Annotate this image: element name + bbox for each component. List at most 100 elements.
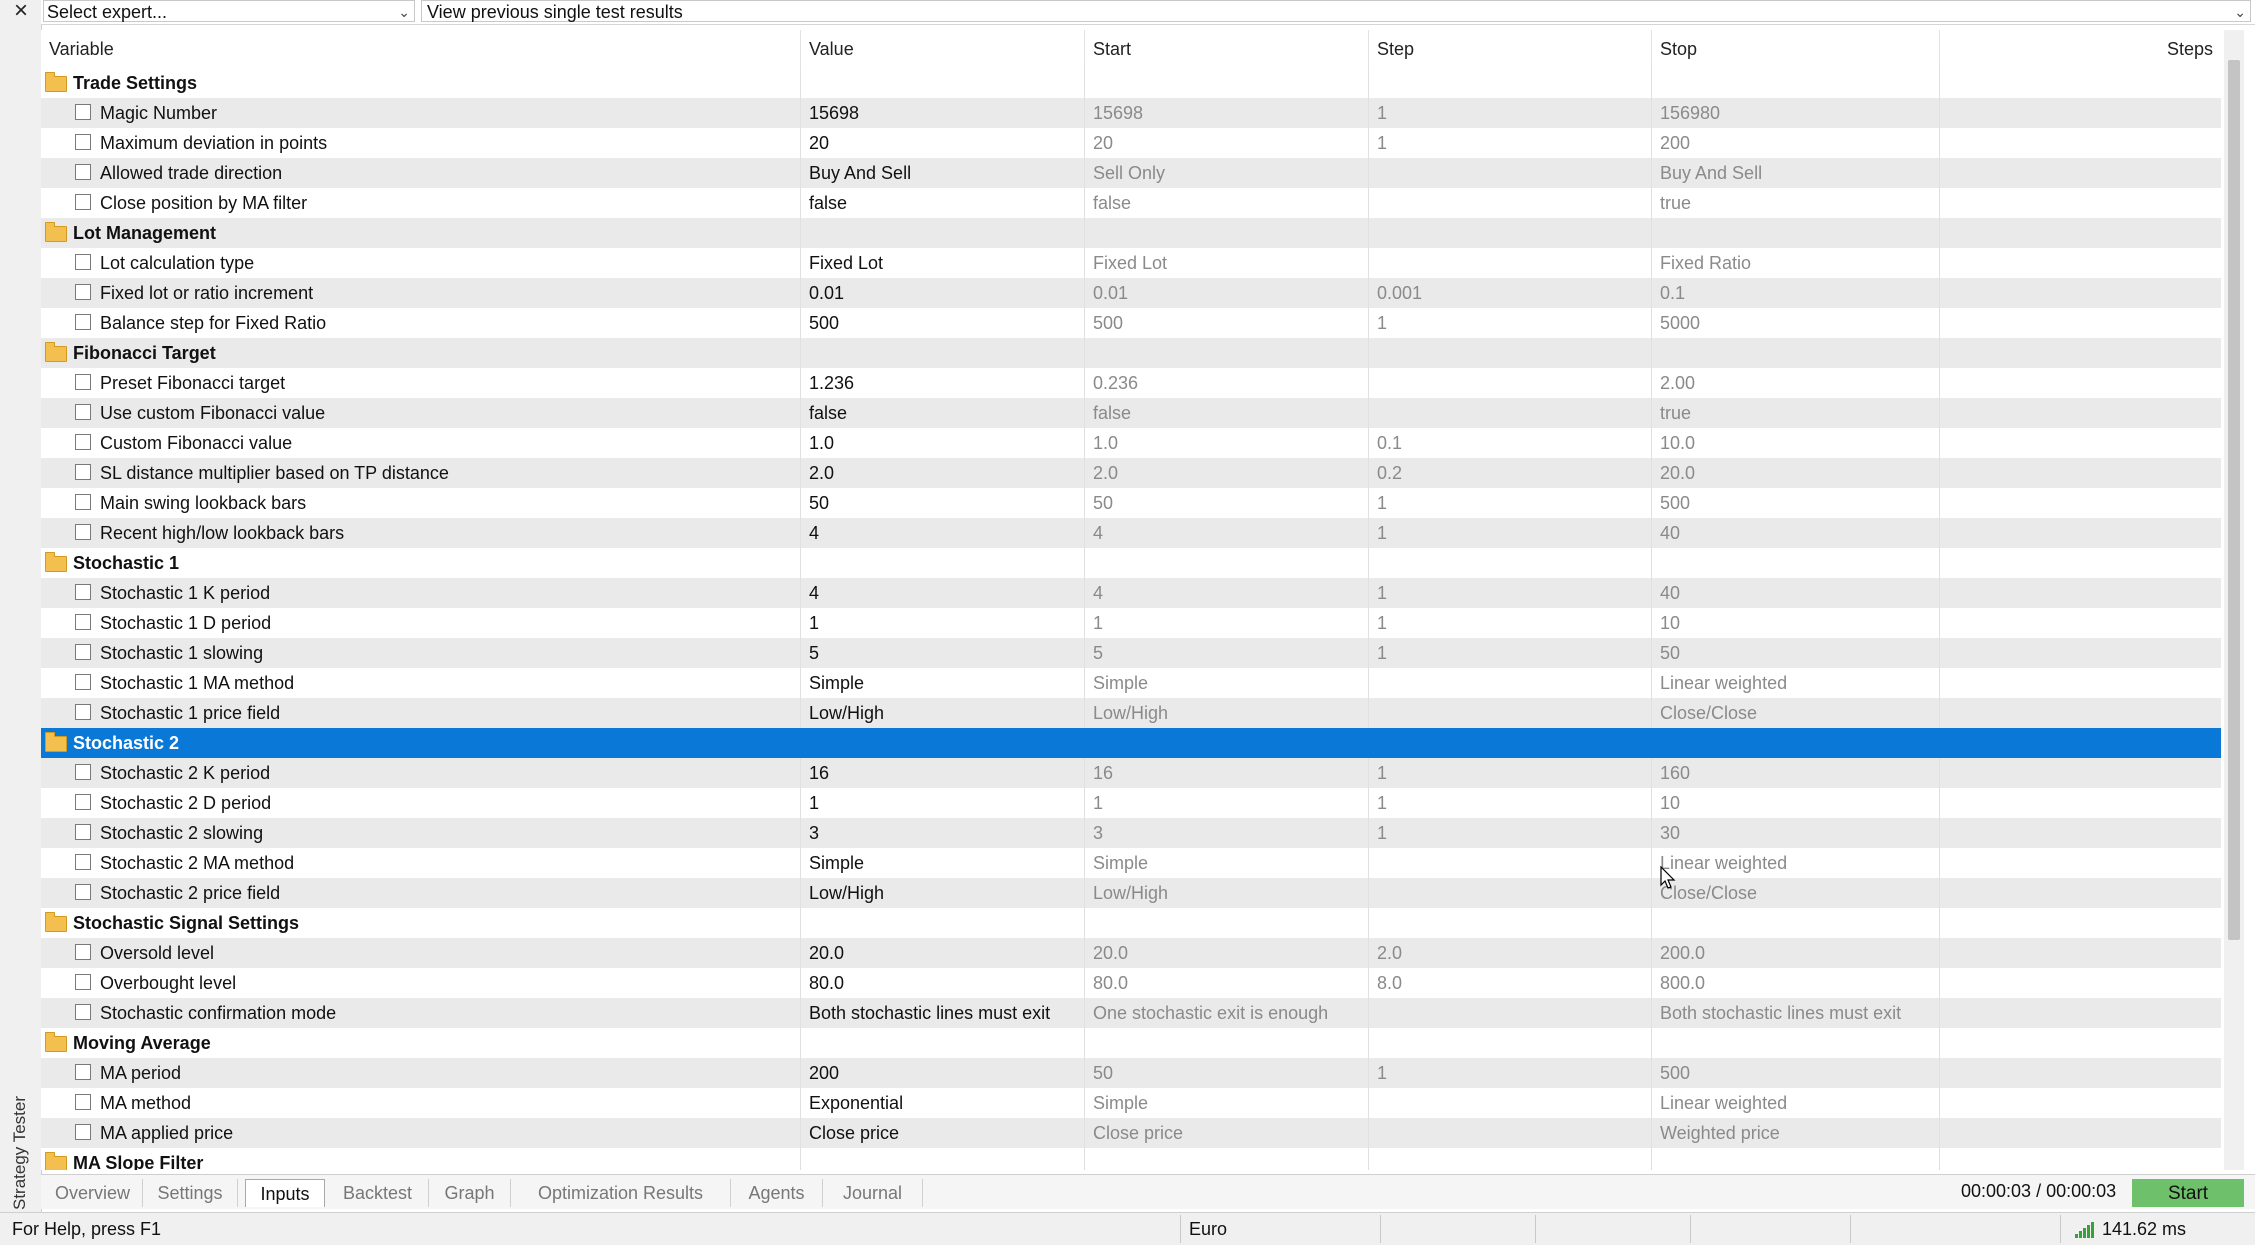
view-previous-select[interactable]: View previous single test results ⌄ [421, 0, 2251, 22]
optimize-checkbox[interactable] [75, 584, 91, 600]
variable-cell[interactable]: Balance step for Fixed Ratio [41, 308, 801, 338]
stop-cell[interactable]: 30 [1652, 818, 1940, 848]
steps-cell[interactable] [1940, 248, 2221, 278]
header-step[interactable]: Step [1369, 30, 1652, 68]
stop-cell[interactable]: Linear weighted [1652, 1088, 1940, 1118]
start-cell[interactable]: 500 [1085, 308, 1369, 338]
stop-cell[interactable]: Weighted price [1652, 1118, 1940, 1148]
start-cell[interactable]: 20.0 [1085, 938, 1369, 968]
table-row[interactable]: Balance step for Fixed Ratio 500 500 1 5000 [41, 308, 2221, 338]
step-cell[interactable] [1369, 998, 1652, 1028]
start-cell[interactable]: 3 [1085, 818, 1369, 848]
steps-cell[interactable] [1940, 158, 2221, 188]
table-row[interactable]: Magic Number 15698 15698 1 156980 [41, 98, 2221, 128]
variable-cell[interactable]: Maximum deviation in points [41, 128, 801, 158]
value-cell[interactable]: Close price [801, 1118, 1085, 1148]
stop-cell[interactable]: 500 [1652, 1058, 1940, 1088]
table-row[interactable]: Stochastic confirmation mode Both stochas… [41, 998, 2221, 1028]
header-start[interactable]: Start [1085, 30, 1369, 68]
tab-journal[interactable]: Journal [823, 1179, 923, 1207]
optimize-checkbox[interactable] [75, 854, 91, 870]
stop-cell[interactable]: Close/Close [1652, 698, 1940, 728]
stop-cell[interactable]: 10.0 [1652, 428, 1940, 458]
table-row[interactable]: Recent high/low lookback bars 4 4 1 40 [41, 518, 2221, 548]
group-row[interactable]: Stochastic Signal Settings [41, 908, 2221, 938]
table-row[interactable]: SL distance multiplier based on TP dista… [41, 458, 2221, 488]
step-cell[interactable]: 1 [1369, 128, 1652, 158]
start-cell[interactable]: 0.01 [1085, 278, 1369, 308]
variable-cell[interactable]: Stochastic 2 [41, 728, 801, 758]
optimize-checkbox[interactable] [75, 434, 91, 450]
stop-cell[interactable]: 5000 [1652, 308, 1940, 338]
table-row[interactable]: Lot calculation type Fixed Lot Fixed Lot Fi… [41, 248, 2221, 278]
variable-cell[interactable]: SL distance multiplier based on TP dista… [41, 458, 801, 488]
optimize-checkbox[interactable] [75, 704, 91, 720]
variable-cell[interactable]: Stochastic 1 K period [41, 578, 801, 608]
start-cell[interactable]: Close price [1085, 1118, 1369, 1148]
value-cell[interactable]: 1 [801, 608, 1085, 638]
stop-cell[interactable]: 20.0 [1652, 458, 1940, 488]
tab-graph[interactable]: Graph [429, 1179, 511, 1207]
steps-cell[interactable] [1940, 458, 2221, 488]
optimize-checkbox[interactable] [75, 794, 91, 810]
stop-cell[interactable]: 2.00 [1652, 368, 1940, 398]
table-row[interactable]: Custom Fibonacci value 1.0 1.0 0.1 10.0 [41, 428, 2221, 458]
optimize-checkbox[interactable] [75, 824, 91, 840]
start-cell[interactable]: 16 [1085, 758, 1369, 788]
steps-cell[interactable] [1940, 938, 2221, 968]
value-cell[interactable]: 16 [801, 758, 1085, 788]
variable-cell[interactable]: Magic Number [41, 98, 801, 128]
optimize-checkbox[interactable] [75, 134, 91, 150]
table-row[interactable]: Preset Fibonacci target 1.236 0.236 2.00 [41, 368, 2221, 398]
start-cell[interactable]: false [1085, 398, 1369, 428]
optimize-checkbox[interactable] [75, 254, 91, 270]
stop-cell[interactable]: 0.1 [1652, 278, 1940, 308]
optimize-checkbox[interactable] [75, 374, 91, 390]
variable-cell[interactable]: Stochastic 2 price field [41, 878, 801, 908]
optimize-checkbox[interactable] [75, 194, 91, 210]
variable-cell[interactable]: Lot calculation type [41, 248, 801, 278]
table-row[interactable]: Fixed lot or ratio increment 0.01 0.01 0.00… [41, 278, 2221, 308]
variable-cell[interactable]: Stochastic 1 price field [41, 698, 801, 728]
variable-cell[interactable]: Stochastic 2 MA method [41, 848, 801, 878]
steps-cell[interactable] [1940, 818, 2221, 848]
step-cell[interactable] [1369, 1118, 1652, 1148]
steps-cell[interactable] [1940, 488, 2221, 518]
stop-cell[interactable]: Fixed Ratio [1652, 248, 1940, 278]
optimize-checkbox[interactable] [75, 1094, 91, 1110]
steps-cell[interactable] [1940, 398, 2221, 428]
tab-settings[interactable]: Settings [143, 1179, 238, 1207]
group-row[interactable]: Trade Settings [41, 68, 2221, 98]
start-cell[interactable]: 0.236 [1085, 368, 1369, 398]
start-cell[interactable]: Low/High [1085, 878, 1369, 908]
steps-cell[interactable] [1940, 368, 2221, 398]
stop-cell[interactable]: 10 [1652, 788, 1940, 818]
start-cell[interactable]: 1 [1085, 788, 1369, 818]
stop-cell[interactable]: 40 [1652, 578, 1940, 608]
stop-cell[interactable]: 800.0 [1652, 968, 1940, 998]
stop-cell[interactable]: 200 [1652, 128, 1940, 158]
step-cell[interactable]: 1 [1369, 758, 1652, 788]
stop-cell[interactable]: Close/Close [1652, 878, 1940, 908]
steps-cell[interactable] [1940, 278, 2221, 308]
step-cell[interactable] [1369, 158, 1652, 188]
steps-cell[interactable] [1940, 968, 2221, 998]
steps-cell[interactable] [1940, 518, 2221, 548]
step-cell[interactable] [1369, 368, 1652, 398]
variable-cell[interactable]: Stochastic 1 MA method [41, 668, 801, 698]
optimize-checkbox[interactable] [75, 464, 91, 480]
start-cell[interactable]: 1 [1085, 608, 1369, 638]
step-cell[interactable] [1369, 848, 1652, 878]
steps-cell[interactable] [1940, 98, 2221, 128]
table-row[interactable]: Stochastic 1 D period 1 1 1 10 [41, 608, 2221, 638]
variable-cell[interactable]: MA Slope Filter [41, 1148, 801, 1170]
steps-cell[interactable] [1940, 638, 2221, 668]
step-cell[interactable]: 0.2 [1369, 458, 1652, 488]
value-cell[interactable]: 1.0 [801, 428, 1085, 458]
stop-cell[interactable]: 40 [1652, 518, 1940, 548]
steps-cell[interactable] [1940, 1058, 2221, 1088]
variable-cell[interactable]: MA applied price [41, 1118, 801, 1148]
stop-cell[interactable]: 50 [1652, 638, 1940, 668]
variable-cell[interactable]: Moving Average [41, 1028, 801, 1058]
stop-cell[interactable]: Both stochastic lines must exit [1652, 998, 1940, 1028]
